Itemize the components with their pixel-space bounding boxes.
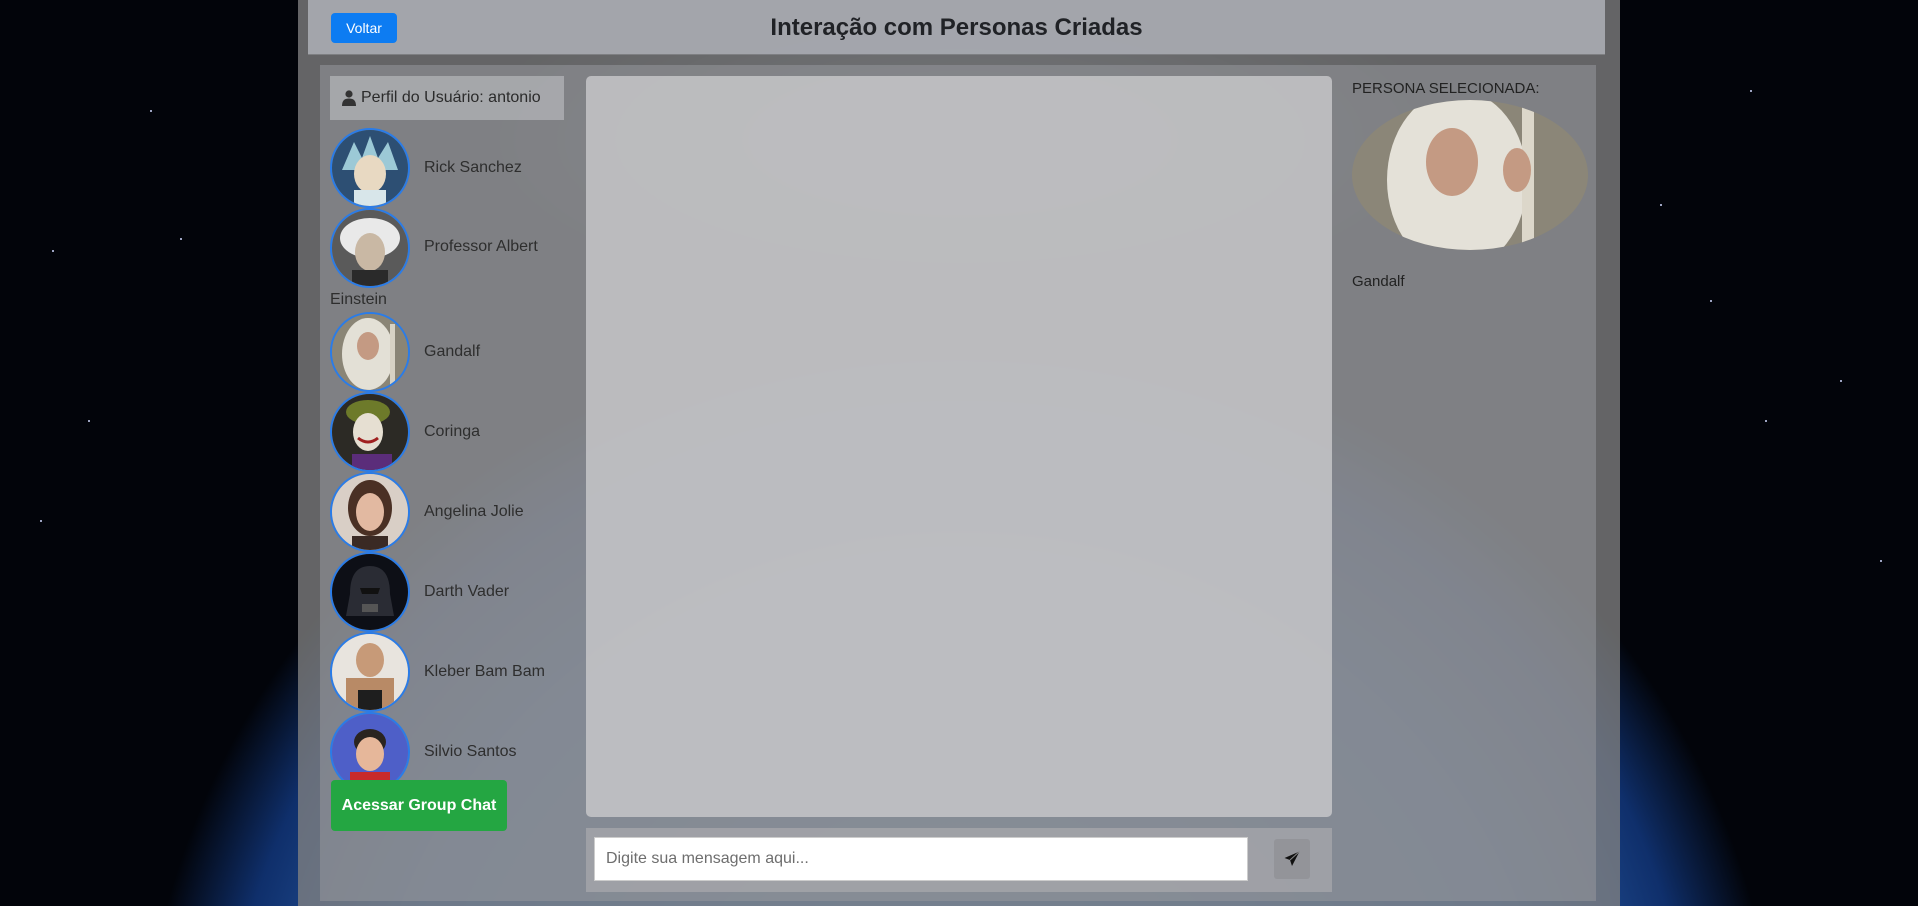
persona-name: Coringa [424, 423, 481, 440]
persona-item-rick-sanchez[interactable]: Rick Sanchez [330, 128, 560, 208]
persona-name: Rick Sanchez [424, 159, 522, 176]
avatar [330, 392, 410, 472]
selected-persona-name: Gandalf [1352, 273, 1405, 290]
persona-item-coringa[interactable]: Coringa [330, 392, 560, 472]
persona-item-professor-albert-einstein[interactable]: Professor Albert Einstein [330, 208, 560, 312]
avatar [330, 552, 410, 632]
persona-name: Gandalf [424, 343, 481, 360]
avatar [330, 312, 410, 392]
message-input-bar [586, 828, 1332, 892]
avatar [330, 472, 410, 552]
persona-name: Darth Vader [424, 583, 510, 600]
persona-name: Angelina Jolie [424, 503, 524, 520]
persona-item-gandalf[interactable]: Gandalf [330, 312, 560, 392]
user-icon [342, 90, 356, 106]
persona-list: Rick Sanchez Professor Albert Einstein G… [330, 128, 560, 792]
persona-name: Kleber Bam Bam [424, 663, 545, 680]
persona-item-angelina-jolie[interactable]: Angelina Jolie [330, 472, 560, 552]
avatar [330, 208, 410, 288]
persona-name: Professor Albert [424, 238, 538, 255]
message-input[interactable] [594, 837, 1248, 881]
paper-plane-icon [1284, 851, 1300, 866]
user-profile: Perfil do Usuário: antonio [330, 76, 564, 120]
send-button[interactable] [1274, 839, 1310, 879]
page-title: Interação com Personas Criadas [770, 14, 1143, 41]
persona-name-continuation: Einstein [330, 291, 387, 308]
chat-messages-area [586, 76, 1332, 817]
selected-persona-image [1352, 100, 1588, 250]
app-container: Voltar Interação com Personas Criadas Pe… [298, 0, 1620, 906]
user-profile-label: Perfil do Usuário: antonio [361, 89, 541, 106]
persona-name: Silvio Santos [424, 743, 517, 760]
top-bar: Voltar Interação com Personas Criadas [308, 0, 1605, 55]
avatar [330, 128, 410, 208]
selected-persona-label: PERSONA SELECIONADA: [1352, 80, 1540, 97]
group-chat-button[interactable]: Acessar Group Chat [331, 780, 507, 831]
persona-item-kleber-bam-bam[interactable]: Kleber Bam Bam [330, 632, 560, 712]
persona-item-darth-vader[interactable]: Darth Vader [330, 552, 560, 632]
avatar [330, 632, 410, 712]
